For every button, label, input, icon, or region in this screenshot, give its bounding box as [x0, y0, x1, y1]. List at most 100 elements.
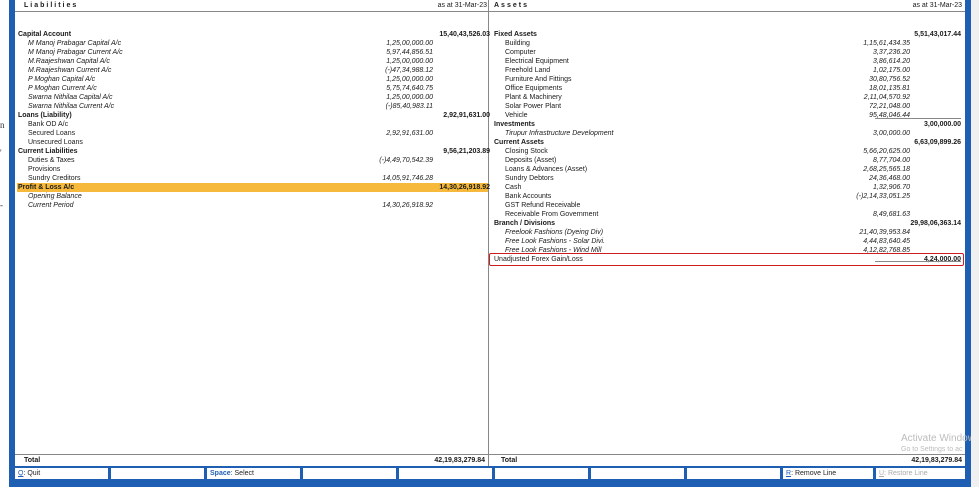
ledger-row[interactable]: Solar Power Plant 72,21,048.00	[15, 102, 965, 111]
ledger-row[interactable]: Branch / Divisions 29,98,06,363.14	[15, 219, 965, 228]
ledger-name: Branch / Divisions	[494, 220, 556, 227]
ledger-row[interactable]: Free Look Fashions - Solar Divi. 4,44,83,…	[15, 237, 965, 246]
ledger-row[interactable]: Closing Stock 5,66,20,625.00	[15, 147, 965, 156]
select-label: : Select	[230, 470, 254, 477]
ledger-row[interactable]: Fixed Assets 5,51,43,017.44	[15, 30, 965, 39]
ledger-row[interactable]: Electrical Equipment 3,86,614.20	[15, 57, 965, 66]
ledger-name: Current Assets	[494, 139, 544, 146]
branch-subtotal-line	[875, 261, 961, 262]
sub-amount: 3,00,000.00	[873, 130, 910, 137]
sub-amount: 72,21,048.00	[869, 103, 910, 110]
liabilities-header: Liabilities	[24, 2, 79, 9]
ledger-name: Office Equipments	[505, 85, 563, 92]
empty-button[interactable]	[687, 468, 780, 479]
ledger-name: Cash	[505, 184, 522, 191]
empty-button[interactable]	[303, 468, 396, 479]
assets-header: Assets	[494, 2, 529, 9]
group-amount: 29,98,06,363.14	[910, 220, 961, 227]
select-shortcut: Space	[210, 470, 231, 477]
ledger-row[interactable]: Receivable From Government 8,49,681.63	[15, 210, 965, 219]
left-edge-glyph: -	[0, 200, 3, 210]
sub-amount: 4,44,83,640.45	[863, 238, 910, 245]
sub-amount: 1,32,906.70	[873, 184, 910, 191]
ledger-row[interactable]: Freehold Land 1,02,175.00	[15, 66, 965, 75]
ledger-row[interactable]: Investments 3,00,000.00	[15, 120, 965, 129]
sub-amount: 21,40,39,953.84	[859, 229, 910, 236]
group-amount: 6,63,09,899.26	[914, 139, 961, 146]
button-bar: Q: Quit Space: Select R: Remove Line U: …	[15, 467, 965, 480]
activate-windows-subtitle: Go to Settings to activate Windows.	[901, 446, 963, 453]
sub-amount: 1,02,175.00	[873, 67, 910, 74]
restore-line-button[interactable]: U: Restore Line	[876, 468, 965, 479]
total-divider	[15, 454, 965, 455]
sub-amount: 2,11,04,570.92	[863, 94, 910, 101]
ledger-row[interactable]: Computer 3,37,236.20	[15, 48, 965, 57]
empty-button[interactable]	[399, 468, 492, 479]
ledger-name: Bank Accounts	[505, 193, 552, 200]
ledger-row[interactable]: Tirupur Infrastructure Development 3,00,0…	[15, 129, 965, 138]
sub-amount: 3,37,236.20	[873, 49, 910, 56]
ledger-row[interactable]: Office Equipments 18,01,135.81	[15, 84, 965, 93]
right-window-edge	[971, 0, 979, 487]
ledger-name: Freelook Fashions (Dyeing Div)	[505, 229, 604, 236]
ledger-name: Building	[505, 40, 530, 47]
ledger-row[interactable]: Building 1,15,61,434.35	[15, 39, 965, 48]
ledger-row[interactable]: Loans & Advances (Asset) 2,68,25,565.18	[15, 165, 965, 174]
liabilities-date: as at 31-Mar-23	[437, 2, 487, 9]
empty-button[interactable]	[495, 468, 588, 479]
ledger-row[interactable]: GST Refund Receivable	[15, 201, 965, 210]
ledger-name: Tirupur Infrastructure Development	[505, 130, 614, 137]
remove-line-button[interactable]: R: Remove Line	[783, 468, 873, 479]
group-amount: 4,24,000.00	[924, 256, 961, 263]
fixed-assets-subtotal-line	[875, 118, 961, 119]
ledger-row[interactable]: Current Assets 6,63,09,899.26	[15, 138, 965, 147]
empty-button[interactable]	[111, 468, 204, 479]
ledger-row[interactable]: Plant & Machinery 2,11,04,570.92	[15, 93, 965, 102]
ledger-name: Solar Power Plant	[505, 103, 562, 110]
ledger-name: Deposits (Asset)	[505, 157, 557, 164]
ledger-row[interactable]: Freelook Fashions (Dyeing Div) 21,40,39,9…	[15, 228, 965, 237]
ledger-row[interactable]: Cash 1,32,906.70	[15, 183, 965, 192]
activate-windows-title: Activate Windows	[901, 433, 979, 444]
sub-amount: 3,86,614.20	[873, 58, 910, 65]
quit-button[interactable]: Q: Quit	[15, 468, 108, 479]
ledger-name: Investments	[494, 121, 535, 128]
sub-amount: 8,77,704.00	[873, 157, 910, 164]
sub-amount: 18,01,135.81	[869, 85, 910, 92]
balance-sheet: Liabilities as at 31-Mar-23 Assets as at…	[15, 0, 979, 466]
header-divider	[15, 11, 965, 12]
quit-label: : Quit	[23, 470, 41, 477]
sub-amount: 24,36,468.00	[869, 175, 910, 182]
ledger-row[interactable]: Sundry Debtors 24,36,468.00	[15, 174, 965, 183]
ledger-name: Loans & Advances (Asset)	[505, 166, 588, 173]
select-button[interactable]: Space: Select	[207, 468, 300, 479]
left-edge-glyph: n	[0, 120, 5, 130]
ledger-row[interactable]: Bank Accounts (-)2,14,33,051.25	[15, 192, 965, 201]
sub-amount: 30,80,756.52	[869, 76, 910, 83]
ledger-name: Receivable From Government	[505, 211, 599, 218]
total-assets-label: Total	[501, 457, 518, 464]
left-edge-glyph: '	[0, 148, 2, 158]
ledger-name: GST Refund Receivable	[505, 202, 581, 209]
ledger-row[interactable]: Vehicle 95,48,046.44	[15, 111, 965, 120]
ledger-name: Free Look Fashions - Solar Divi.	[505, 238, 605, 245]
ledger-row[interactable]: Unadjusted Forex Gain/Loss 4,24,000.00	[15, 255, 965, 264]
ledger-name: Freehold Land	[505, 67, 551, 74]
ledger-name: Sundry Debtors	[505, 175, 554, 182]
ledger-name: Vehicle	[505, 112, 528, 119]
assets-date: as at 31-Mar-23	[912, 2, 962, 9]
left-window-edge: n ' -	[0, 0, 9, 487]
ledger-name: Plant & Machinery	[505, 94, 562, 101]
ledger-name: Unadjusted Forex Gain/Loss	[494, 256, 583, 263]
sub-amount: 2,68,25,565.18	[863, 166, 910, 173]
remove-line-label: : Remove Line	[791, 470, 837, 477]
ledger-row[interactable]: Deposits (Asset) 8,77,704.00	[15, 156, 965, 165]
sub-amount: 1,15,61,434.35	[863, 40, 910, 47]
sub-amount: 8,49,681.63	[873, 211, 910, 218]
ledger-row[interactable]: Furniture And Fittings 30,80,756.52	[15, 75, 965, 84]
ledger-name: Fixed Assets	[494, 31, 537, 38]
ledger-name: Closing Stock	[505, 148, 548, 155]
restore-line-label: : Restore Line	[884, 470, 928, 477]
total-liabilities-value: 42,19,83,279.84	[434, 457, 485, 464]
empty-button[interactable]	[591, 468, 684, 479]
